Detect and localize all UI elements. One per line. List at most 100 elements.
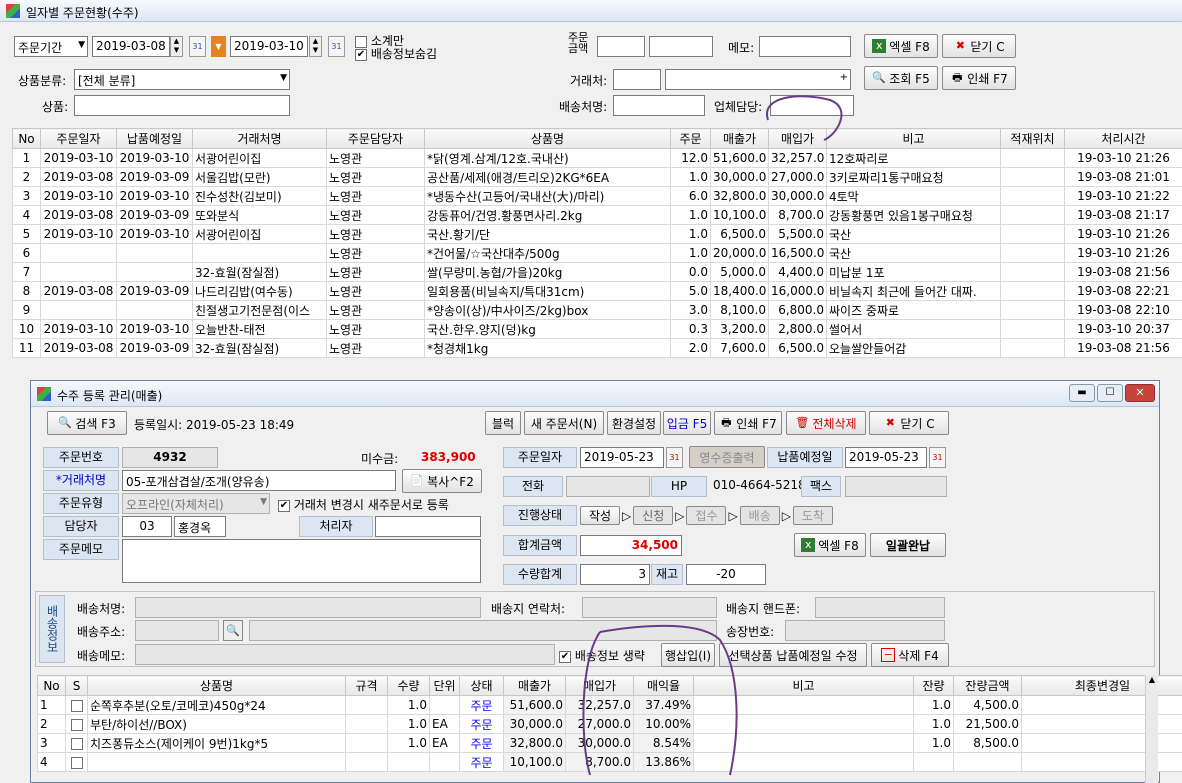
calendar-icon[interactable]: 31: [189, 36, 206, 57]
new-order-button[interactable]: 새 주문서(N): [524, 411, 604, 435]
table-row[interactable]: 9 친절생고기전문점(이스 노영관 *양송이(상)/中사이즈/2kg)box 3.0 8,…: [12, 300, 1182, 320]
date-to-spinner[interactable]: ▲ ▼: [309, 36, 322, 57]
tracking-input[interactable]: [785, 620, 945, 641]
row-select-checkbox[interactable]: [65, 695, 88, 715]
excel-button[interactable]: x 엑셀 F8: [794, 533, 866, 557]
status-button[interactable]: 주문: [459, 752, 504, 772]
status-button[interactable]: 주문: [459, 714, 504, 734]
status-button[interactable]: 주문: [459, 695, 504, 715]
checkbox[interactable]: [70, 756, 83, 769]
delete-all-button[interactable]: 🗑 전체삭제: [786, 411, 866, 435]
checkbox[interactable]: ✔: [278, 499, 290, 512]
ship-address-input[interactable]: [249, 620, 717, 641]
order-date-input[interactable]: 2019-05-23: [580, 447, 664, 468]
step-request[interactable]: 신청: [633, 506, 674, 525]
date-from-input[interactable]: 2019-03-08: [92, 36, 170, 57]
table-row[interactable]: 10 2019-03-10 2019-03-10 오늘반찬-태전 노영관 국산.한우.양지…: [12, 319, 1182, 339]
list-item[interactable]: 3 치즈퐁듀소스(제이케이 9번)1kg*5 1.0 EA 주문 32,800.0 30,0…: [37, 733, 1182, 753]
skip-shipping-checkbox[interactable]: ✔ 배송정보 생략: [559, 647, 645, 664]
new-order-checkbox[interactable]: ✔ 거래처 변경시 새주문서로 등록: [278, 496, 449, 513]
print-button[interactable]: 🖶 인쇄 F7: [714, 411, 782, 435]
zip-input[interactable]: [135, 620, 219, 641]
block-button[interactable]: 블럭: [485, 411, 521, 435]
delivery-date-input[interactable]: 2019-05-23: [845, 447, 927, 468]
step-received[interactable]: 접수: [686, 506, 727, 525]
step-draft[interactable]: 작성: [580, 506, 620, 525]
checkbox[interactable]: ✔: [559, 650, 571, 663]
hp-field[interactable]: 010-4664-5218: [710, 476, 805, 497]
search-icon[interactable]: 🔍: [223, 620, 243, 641]
date-range-toggle[interactable]: ▼: [211, 36, 226, 57]
search-button[interactable]: 🔍 조회 F5: [864, 66, 938, 90]
checkbox[interactable]: [70, 737, 83, 750]
insert-row-button[interactable]: 행삽입(I): [661, 643, 715, 667]
table-row[interactable]: 6 노영관 *건어물/☆국산대추/500g 1.0 20,000.0 16,500.0 국산…: [12, 243, 1182, 263]
manager-input[interactable]: [770, 95, 854, 116]
settings-button[interactable]: 환경설정: [607, 411, 661, 435]
amount-from-input[interactable]: [597, 36, 645, 57]
table-cell[interactable]: [387, 752, 430, 772]
client-code-input[interactable]: [613, 69, 661, 90]
handler-input[interactable]: [375, 516, 481, 537]
ship-phone-input[interactable]: [815, 597, 945, 618]
pay-all-button[interactable]: 일괄완납: [870, 533, 946, 557]
date-to-input[interactable]: 2019-03-10: [230, 36, 308, 57]
table-cell[interactable]: [693, 695, 914, 715]
client-name-input[interactable]: +: [665, 69, 851, 90]
fax-field[interactable]: [845, 476, 947, 497]
table-row[interactable]: 2 2019-03-08 2019-03-09 서울김밥(모란) 노영관 공산품/세제(애…: [12, 167, 1182, 187]
table-cell[interactable]: [693, 752, 914, 772]
client-name-input[interactable]: 05-포개삼겹살/조개(양유송): [122, 470, 396, 491]
ship-name-input[interactable]: [135, 597, 481, 618]
ship-contact-input[interactable]: [582, 597, 717, 618]
receipt-button[interactable]: 영수증출력: [689, 446, 765, 468]
delete-button[interactable]: − 삭제 F4: [871, 643, 949, 667]
table-cell[interactable]: [693, 733, 914, 753]
status-button[interactable]: 주문: [459, 733, 504, 753]
order-memo-input[interactable]: [122, 539, 481, 583]
phone-field[interactable]: [566, 476, 650, 497]
step-arrived[interactable]: 도착: [792, 506, 833, 525]
order-type-select[interactable]: 오프라인(자체처리) ▼: [122, 493, 270, 514]
table-row[interactable]: 8 2019-03-08 2019-03-09 나드리김밥(여수동) 노영관 일회용품(비…: [12, 281, 1182, 301]
list-item[interactable]: 4 주문 10,100.0 8,700.0 13.86%: [37, 752, 1182, 772]
period-select[interactable]: 주문기간 ▼: [14, 36, 88, 57]
checkbox[interactable]: ✔: [355, 48, 367, 61]
row-select-checkbox[interactable]: [65, 714, 88, 734]
list-item[interactable]: 1 순쪽후추분(오토/코메코)450g*24 1.0 주문 51,600.0 32,257…: [37, 695, 1182, 715]
search-button[interactable]: 🔍 검색 F3: [47, 411, 127, 435]
hide-delivery-checkbox[interactable]: ✔ 배송정보숨김: [355, 45, 437, 62]
scrollbar[interactable]: ▲: [1145, 675, 1158, 783]
table-row[interactable]: 4 2019-03-08 2019-03-09 또와분식 노영관 강동퓨어/건영.황풍면사…: [12, 205, 1182, 225]
row-select-checkbox[interactable]: [65, 733, 88, 753]
checkbox[interactable]: [70, 699, 83, 712]
table-cell[interactable]: 1.0: [387, 695, 430, 715]
close-button[interactable]: ✖ 닫기 C: [942, 34, 1016, 58]
table-row[interactable]: 7 32-효월(잠실점) 노영관 쌀(무량미.농협/가을)20kg 0.0 5,000.0…: [12, 262, 1182, 282]
table-row[interactable]: 5 2019-03-10 2019-03-10 서광어린이집 노영관 국산.황기/단 1.0…: [12, 224, 1182, 244]
ship-memo-input[interactable]: [135, 644, 555, 665]
product-input[interactable]: [74, 95, 290, 116]
print-button[interactable]: 🖶 인쇄 F7: [942, 66, 1016, 90]
excel-button[interactable]: x 엑셀 F8: [864, 34, 938, 58]
recipient-input[interactable]: [613, 95, 705, 116]
minimize-button[interactable]: ▬: [1069, 384, 1095, 402]
calendar-icon[interactable]: 31: [666, 447, 683, 468]
row-select-checkbox[interactable]: [65, 752, 88, 772]
calendar-icon[interactable]: 31: [929, 447, 946, 468]
table-cell[interactable]: 1.0: [387, 714, 430, 734]
list-item[interactable]: 2 부탄/하이선//BOX) 1.0 EA 주문 30,000.0 27,000.0 10.0…: [37, 714, 1182, 734]
memo-input[interactable]: [759, 36, 851, 57]
staff-name-input[interactable]: 홍경옥: [174, 516, 226, 537]
staff-code-input[interactable]: 03: [122, 516, 172, 537]
table-row[interactable]: 1 2019-03-10 2019-03-10 서광어린이집 노영관 *닭(영계.삼계/1…: [12, 148, 1182, 168]
table-row[interactable]: 11 2019-03-08 2019-03-09 32-효월(잠실점) 노영관 *청경채1…: [12, 338, 1182, 358]
close-button[interactable]: ✖ 닫기 C: [869, 411, 949, 435]
table-row[interactable]: 3 2019-03-10 2019-03-10 진수성찬(김보미) 노영관 *냉동수산(고…: [12, 186, 1182, 206]
calendar-icon[interactable]: 31: [328, 36, 345, 57]
category-select[interactable]: [전체 분류] ▼: [74, 69, 290, 90]
maximize-button[interactable]: ☐: [1097, 384, 1123, 402]
add-icon[interactable]: +: [840, 72, 848, 83]
amount-to-input[interactable]: [649, 36, 713, 57]
date-from-spinner[interactable]: ▲ ▼: [170, 36, 183, 57]
